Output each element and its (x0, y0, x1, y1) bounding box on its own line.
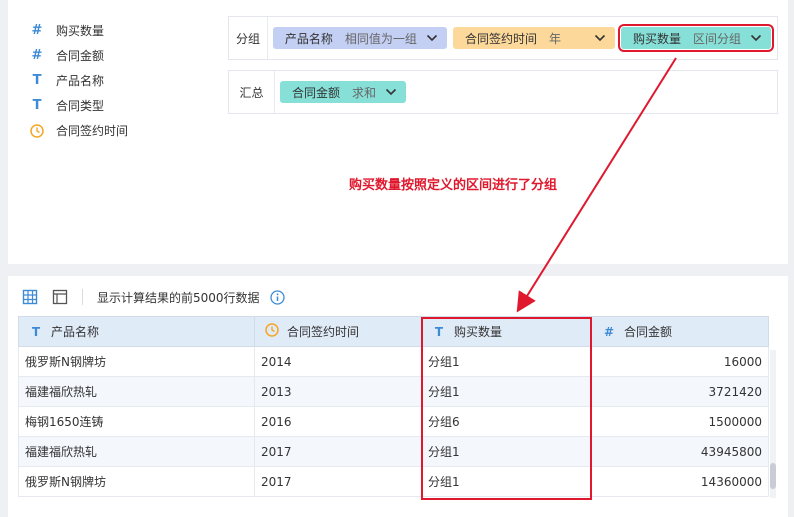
chevron-down-icon[interactable] (749, 31, 763, 45)
group-zone-label: 分组 (229, 17, 268, 59)
cell-contract-amount: 3721420 (591, 376, 769, 407)
layout-icon[interactable] (52, 289, 68, 305)
hash-icon: # (603, 324, 615, 339)
cell-sign-time: 2017 (254, 436, 422, 467)
field-item-sign-time[interactable]: 合同签约时间 (26, 118, 196, 143)
annotation-text: 购买数量按照定义的区间进行了分组 (349, 178, 558, 193)
clock-icon (26, 123, 48, 138)
summary-chip-contract-amount[interactable]: 合同金额 求和 (280, 81, 407, 103)
field-label: 合同类型 (56, 99, 105, 113)
table-row: 福建福欣热轧 2013 分组1 3721420 (18, 376, 769, 407)
cell-contract-amount: 43945800 (591, 436, 769, 467)
chevron-down-icon[interactable] (425, 31, 439, 45)
column-header-label: 产品名称 (51, 325, 100, 339)
cell-sign-time: 2014 (254, 346, 422, 377)
chip-name: 产品名称 (284, 31, 333, 46)
table-row: 梅钢1650连铸 2016 分组6 1500000 (18, 406, 769, 437)
summary-zone-label: 汇总 (229, 71, 275, 113)
table-view-icon[interactable] (22, 289, 38, 305)
field-item-purchase-qty[interactable]: # 购买数量 (26, 18, 196, 43)
column-header-label: 合同金额 (624, 325, 673, 339)
preview-toolbar: 显示计算结果的前5000行数据 (22, 286, 285, 308)
purchase-qty-column-highlight (421, 317, 592, 500)
cell-sign-time: 2017 (254, 466, 422, 497)
clock-icon (263, 323, 281, 340)
field-label: 合同签约时间 (56, 124, 129, 138)
table-header-row: T 产品名称 合同签约时间 T 购买数量 # 合同金额 (18, 316, 769, 347)
text-type-icon: T (31, 324, 41, 339)
field-item-product-name[interactable]: T 产品名称 (26, 68, 196, 93)
chevron-down-icon[interactable] (384, 85, 398, 99)
hash-icon: # (31, 48, 43, 63)
chip-mode: 相同值为一组 (344, 31, 417, 46)
group-chip-purchase-qty[interactable]: 购买数量 区间分组 (617, 24, 775, 52)
preview-panel: 显示计算结果的前5000行数据 T 产品名称 合同签约时间 T 购买数量 # 合同金额… (8, 276, 788, 517)
column-header-product-name[interactable]: T 产品名称 (18, 316, 255, 347)
chip-mode: 区间分组 (692, 31, 741, 46)
cell-contract-amount: 16000 (591, 346, 769, 377)
preview-table: T 产品名称 合同签约时间 T 购买数量 # 合同金额 俄罗斯N钢牌坊 2014 分组… (18, 316, 769, 497)
column-header-contract-amount[interactable]: # 合同金额 (591, 316, 769, 347)
table-row: 福建福欣热轧 2017 分组1 43945800 (18, 436, 769, 467)
cell-product-name: 福建福欣热轧 (18, 376, 255, 407)
chip-name: 合同签约时间 (464, 31, 537, 46)
group-zone: 分组 产品名称 相同值为一组 合同签约时间 年 购买数量 区间分组 (228, 16, 778, 60)
chevron-down-icon[interactable] (593, 31, 607, 45)
field-item-contract-type[interactable]: T 合同类型 (26, 93, 196, 118)
field-label: 购买数量 (56, 24, 105, 38)
chip-mode: 年 (548, 31, 561, 46)
cell-sign-time: 2016 (254, 406, 422, 437)
group-chip-sign-time[interactable]: 合同签约时间 年 (452, 27, 615, 49)
cell-contract-amount: 1500000 (591, 406, 769, 437)
cell-product-name: 福建福欣热轧 (18, 436, 255, 467)
text-type-icon: T (32, 73, 42, 88)
hash-icon: # (31, 23, 43, 38)
chip-name: 购买数量 (632, 31, 681, 46)
field-list: # 购买数量 # 合同金额 T 产品名称 T 合同类型 合同签约时间 (26, 18, 196, 143)
column-header-sign-time[interactable]: 合同签约时间 (254, 316, 422, 347)
column-header-label: 合同签约时间 (287, 325, 360, 339)
toolbar-divider (82, 289, 83, 305)
cell-product-name: 梅钢1650连铸 (18, 406, 255, 437)
table-row: 俄罗斯N钢牌坊 2014 分组1 16000 (18, 346, 769, 377)
group-chip-product-name[interactable]: 产品名称 相同值为一组 (272, 27, 447, 49)
field-label: 产品名称 (56, 74, 105, 88)
table-row: 俄罗斯N钢牌坊 2017 分组1 14360000 (18, 466, 769, 497)
field-item-contract-amount[interactable]: # 合同金额 (26, 43, 196, 68)
summary-zone: 汇总 合同金额 求和 (228, 70, 778, 114)
cell-sign-time: 2013 (254, 376, 422, 407)
field-label: 合同金额 (56, 49, 105, 63)
chip-mode: 求和 (352, 85, 377, 100)
cell-product-name: 俄罗斯N钢牌坊 (18, 466, 255, 497)
cell-contract-amount: 14360000 (591, 466, 769, 497)
info-icon[interactable] (269, 289, 285, 305)
table-scrollbar-thumb[interactable] (770, 463, 776, 489)
row-limit-text: 显示计算结果的前5000行数据 (97, 290, 260, 305)
cell-product-name: 俄罗斯N钢牌坊 (18, 346, 255, 377)
text-type-icon: T (32, 98, 42, 113)
chip-name: 合同金额 (292, 85, 341, 100)
